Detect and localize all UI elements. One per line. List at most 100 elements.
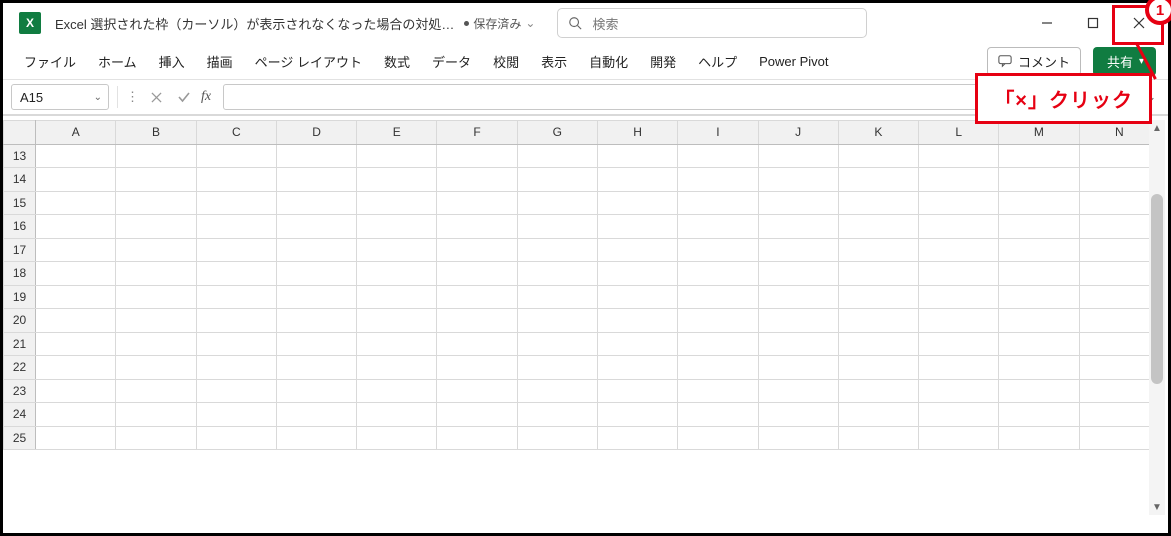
cell[interactable] [1079,238,1159,262]
cell[interactable] [357,285,437,309]
column-header[interactable]: M [999,121,1079,145]
cell[interactable] [678,356,758,380]
cell[interactable] [838,426,918,450]
cell[interactable] [36,285,116,309]
cell[interactable] [517,168,597,192]
column-header[interactable]: D [276,121,356,145]
search-input[interactable]: 検索 [557,8,867,38]
cell[interactable] [357,332,437,356]
column-header[interactable]: C [196,121,276,145]
tab-formulas[interactable]: 数式 [375,46,419,77]
spreadsheet-grid[interactable]: A B C D E F G H I J K L M N [3,120,1168,533]
tab-view[interactable]: 表示 [532,46,576,77]
cell[interactable] [838,144,918,168]
cell[interactable] [597,144,677,168]
cell[interactable] [357,262,437,286]
cell[interactable] [116,215,196,239]
cell[interactable] [196,426,276,450]
cell[interactable] [678,403,758,427]
cell[interactable] [196,168,276,192]
cell[interactable] [758,262,838,286]
cell[interactable] [919,168,999,192]
cell[interactable] [517,238,597,262]
column-header[interactable]: J [758,121,838,145]
cell[interactable] [678,262,758,286]
row-header[interactable]: 22 [4,356,36,380]
cell[interactable] [1079,356,1159,380]
cell[interactable] [999,168,1079,192]
cell[interactable] [919,215,999,239]
row-header[interactable]: 18 [4,262,36,286]
tab-insert[interactable]: 挿入 [150,46,194,77]
cell[interactable] [758,332,838,356]
cell[interactable] [919,403,999,427]
scroll-down-icon[interactable]: ▼ [1149,499,1165,515]
cell[interactable] [36,426,116,450]
cell[interactable] [357,238,437,262]
cell[interactable] [597,379,677,403]
cell[interactable] [838,238,918,262]
cell[interactable] [116,356,196,380]
row-header[interactable]: 20 [4,309,36,333]
cell[interactable] [116,191,196,215]
cell[interactable] [838,356,918,380]
cell[interactable] [758,356,838,380]
cell[interactable] [758,309,838,333]
cell[interactable] [116,168,196,192]
cell[interactable] [919,309,999,333]
cell[interactable] [357,309,437,333]
cell[interactable] [758,144,838,168]
cell[interactable] [517,426,597,450]
tab-data[interactable]: データ [423,46,480,77]
cell[interactable] [116,379,196,403]
cell[interactable] [437,379,517,403]
cell[interactable] [999,285,1079,309]
cell[interactable] [919,191,999,215]
column-header[interactable]: B [116,121,196,145]
cell[interactable] [276,191,356,215]
cell[interactable] [517,332,597,356]
cell[interactable] [116,426,196,450]
cell[interactable] [838,285,918,309]
cell[interactable] [357,168,437,192]
cell[interactable] [517,285,597,309]
cell[interactable] [999,332,1079,356]
cell[interactable] [999,215,1079,239]
cell[interactable] [919,379,999,403]
cell[interactable] [196,144,276,168]
cell[interactable] [678,238,758,262]
select-all-corner[interactable] [4,121,36,145]
close-button[interactable] [1116,3,1162,43]
cell[interactable] [758,168,838,192]
column-header[interactable]: G [517,121,597,145]
cell[interactable] [36,332,116,356]
cell[interactable] [1079,426,1159,450]
name-box[interactable]: A15 ⌄ [11,84,109,110]
cell[interactable] [276,332,356,356]
cell[interactable] [999,379,1079,403]
cell[interactable] [517,403,597,427]
cell[interactable] [1079,403,1159,427]
cell[interactable] [758,191,838,215]
cell[interactable] [437,144,517,168]
cell[interactable] [999,309,1079,333]
cell[interactable] [838,403,918,427]
vertical-scrollbar[interactable]: ▲ ▼ [1149,120,1165,515]
column-header[interactable]: K [838,121,918,145]
cell[interactable] [196,285,276,309]
cell[interactable] [116,262,196,286]
cell[interactable] [276,144,356,168]
cell[interactable] [1079,191,1159,215]
cell[interactable] [437,332,517,356]
tab-automate[interactable]: 自動化 [580,46,637,77]
cell[interactable] [437,262,517,286]
cell[interactable] [36,168,116,192]
cell[interactable] [116,144,196,168]
cell[interactable] [437,356,517,380]
cell[interactable] [678,168,758,192]
cell[interactable] [517,191,597,215]
cell[interactable] [838,332,918,356]
cell[interactable] [437,215,517,239]
row-header[interactable]: 17 [4,238,36,262]
cell[interactable] [36,238,116,262]
